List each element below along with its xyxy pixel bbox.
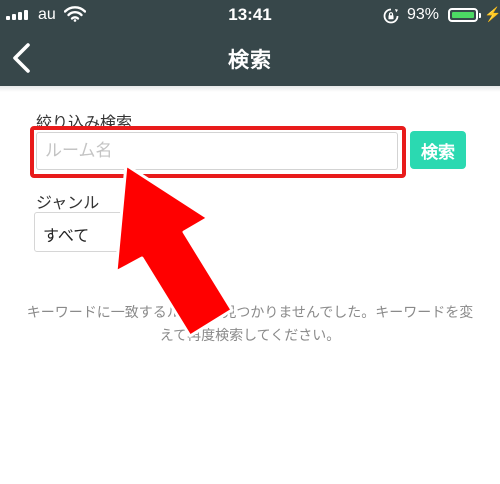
header-shadow bbox=[0, 86, 500, 92]
battery-percent: 93% bbox=[407, 6, 440, 23]
rotation-lock-icon bbox=[383, 8, 399, 29]
navigation-bar: 検索 bbox=[0, 30, 500, 86]
genre-select[interactable]: すべて bbox=[34, 212, 134, 252]
search-button[interactable]: 検索 bbox=[410, 131, 466, 169]
genre-label: ジャンル bbox=[36, 193, 100, 212]
charging-bolt-icon: ⚡ bbox=[484, 6, 500, 22]
highlight-annotation-box bbox=[30, 126, 406, 178]
empty-result-message: キーワードに一致するルームは見つかりませんでした。キーワードを変えて再度検索して… bbox=[26, 305, 474, 344]
battery-icon bbox=[448, 8, 481, 22]
status-bar: au 13:41 93% ⚡ bbox=[0, 0, 500, 30]
page-title: 検索 bbox=[228, 48, 272, 72]
genre-selected-value: すべて bbox=[43, 226, 90, 245]
